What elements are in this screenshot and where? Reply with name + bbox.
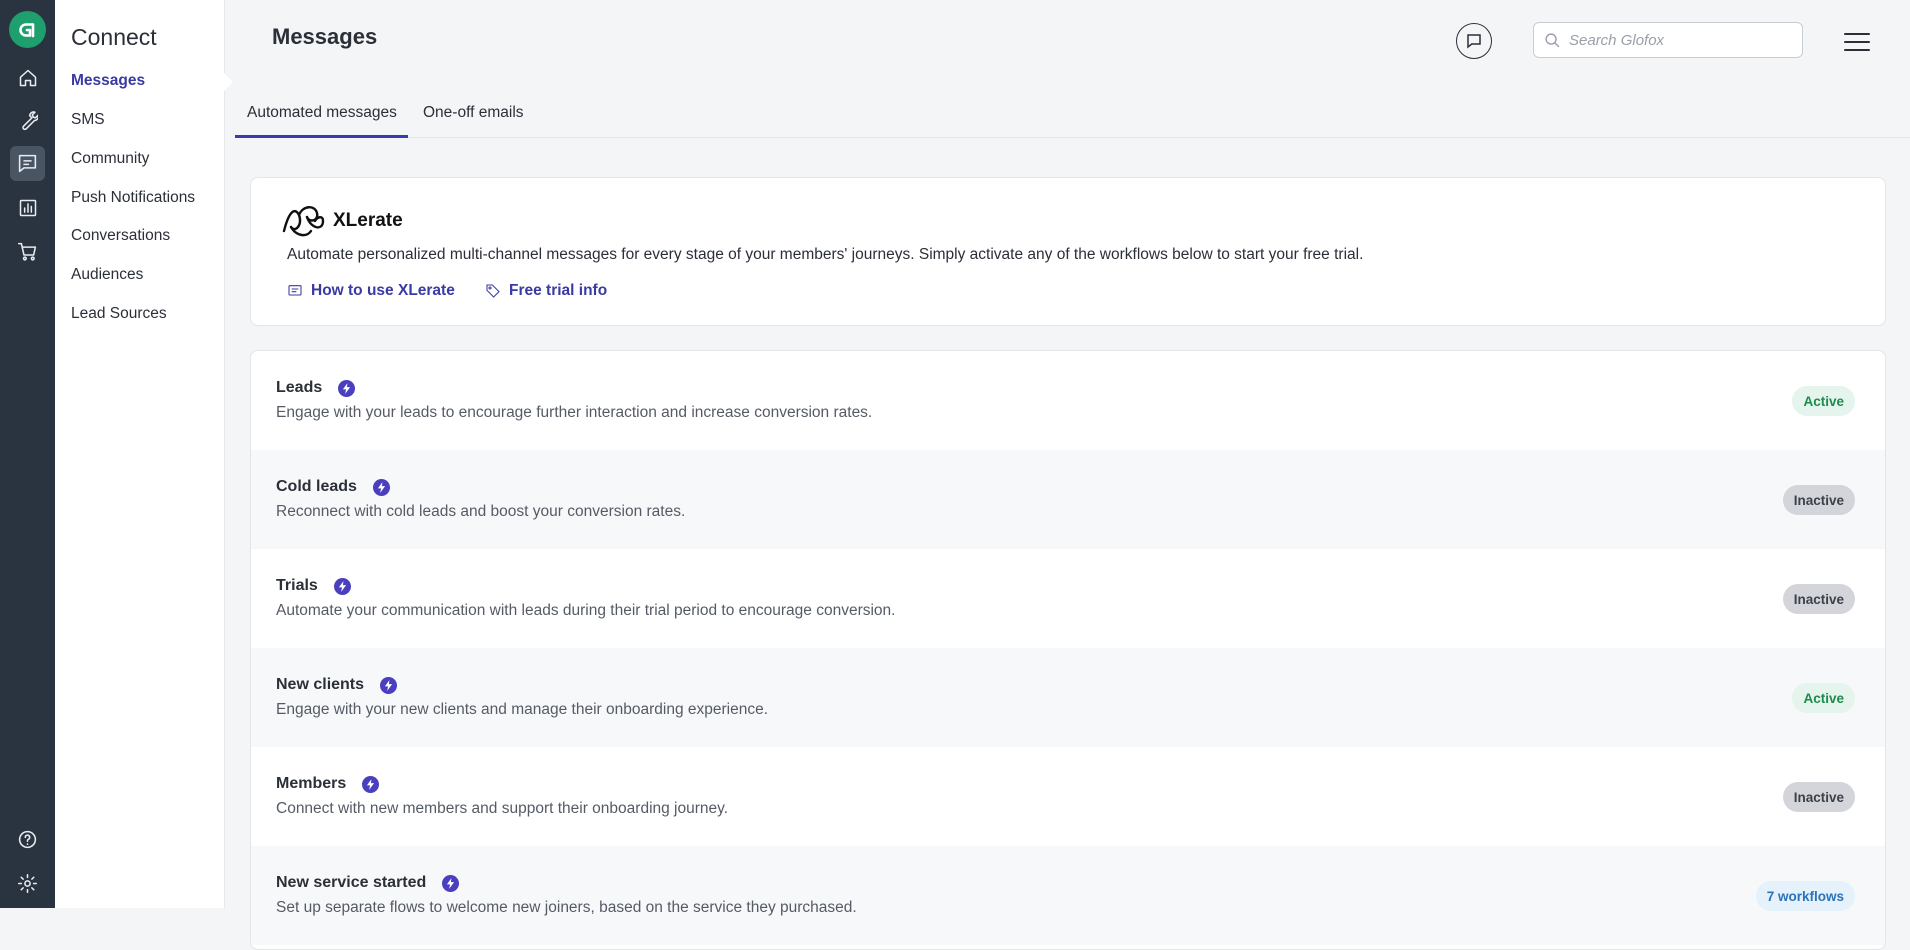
xlerate-description: Automate personalized multi-channel mess… [287, 246, 1364, 263]
workflow-row-members[interactable]: Members Connect with new members and sup… [251, 747, 1885, 846]
bolt-icon [380, 676, 398, 694]
workflow-description: Automate your communication with leads d… [276, 602, 896, 619]
chat-button[interactable] [1456, 23, 1492, 59]
workflow-row-new-clients[interactable]: New clients Engage with your new clients… [251, 648, 1885, 747]
workflow-description: Engage with your leads to encourage furt… [276, 404, 873, 421]
chat-icon [1467, 34, 1481, 49]
status-badge: Active [1792, 386, 1855, 416]
bolt-icon [372, 478, 390, 496]
workflow-description: Reconnect with cold leads and boost your… [276, 503, 686, 520]
main-content: Messages Automated messages One-off emai… [226, 0, 1910, 950]
glofox-logo-icon[interactable] [9, 11, 46, 48]
search-box[interactable] [1533, 22, 1803, 58]
free-trial-label: Free trial info [509, 282, 608, 299]
workflow-row-cold-leads[interactable]: Cold leads Reconnect with cold leads and… [251, 450, 1885, 549]
subnav-title: Connect [71, 24, 157, 50]
xlerate-brand: XLerate [281, 201, 403, 241]
workflow-row-trials[interactable]: Trials Automate your communication with … [251, 549, 1885, 648]
workflow-name: Cold leads [276, 478, 357, 495]
cart-icon[interactable] [10, 234, 45, 269]
workflow-title: Members [276, 775, 380, 793]
workflow-name: Members [276, 775, 347, 792]
wrench-icon[interactable] [10, 103, 45, 138]
settings-icon[interactable] [10, 866, 45, 901]
status-badge: Active [1792, 683, 1855, 713]
xlerate-logo-icon [282, 206, 325, 237]
workflow-description: Connect with new members and support the… [276, 800, 729, 817]
workflow-name: Trials [276, 577, 318, 594]
subnav-item-audiences[interactable]: Audiences [71, 266, 143, 284]
subnav-item-push-notifications[interactable]: Push Notifications [71, 189, 195, 207]
subnav-item-community[interactable]: Community [71, 150, 149, 168]
search-icon [1545, 32, 1560, 47]
workflow-row-new-service-started[interactable]: New service started Set up separate flow… [251, 846, 1885, 945]
page-title: Messages [272, 24, 378, 49]
icon-rail [0, 0, 55, 908]
workflow-name: Leads [276, 379, 323, 396]
home-icon[interactable] [10, 60, 45, 95]
workflow-title: Trials [276, 577, 351, 595]
menu-line [1844, 41, 1870, 43]
xlerate-card: XLerate Automate personalized multi-chan… [250, 177, 1886, 326]
workflow-description: Engage with your new clients and manage … [276, 701, 769, 718]
tab-one-off-emails[interactable]: One-off emails [423, 92, 524, 138]
search-input[interactable] [1569, 31, 1789, 49]
subnav-item-sms[interactable]: SMS [71, 111, 105, 129]
workflow-title: New clients [276, 676, 398, 694]
connect-subnav: Connect Messages SMS Community Push Noti… [55, 0, 233, 908]
workflow-description: Set up separate flows to welcome new joi… [276, 899, 857, 916]
status-badge: Inactive [1782, 485, 1855, 515]
workflow-name: New service started [276, 874, 427, 891]
workflow-title: Leads [276, 379, 356, 397]
bolt-icon [442, 874, 460, 892]
how-to-use-link[interactable]: How to use XLerate [287, 282, 455, 300]
help-icon[interactable] [10, 822, 45, 857]
workflow-title: New service started [276, 874, 460, 892]
reports-icon[interactable] [10, 190, 45, 225]
guide-icon [288, 285, 302, 296]
workflow-name: New clients [276, 676, 365, 693]
how-to-use-label: How to use XLerate [311, 282, 455, 299]
subnav-item-conversations[interactable]: Conversations [71, 227, 170, 245]
tag-icon [486, 284, 500, 298]
bolt-icon [362, 775, 380, 793]
workflow-title: Cold leads [276, 478, 390, 496]
subnav-item-messages[interactable]: Messages [71, 72, 145, 90]
xlerate-name: XLerate [333, 210, 403, 231]
menu-line [1844, 33, 1870, 35]
workflow-row-leads[interactable]: Leads Engage with your leads to encourag… [251, 351, 1885, 450]
tab-bar: Automated messages One-off emails [235, 92, 1910, 138]
subnav-item-lead-sources[interactable]: Lead Sources [71, 305, 167, 323]
tab-automated-messages[interactable]: Automated messages [235, 92, 408, 138]
bolt-icon [333, 577, 351, 595]
bolt-icon [338, 379, 356, 397]
free-trial-link[interactable]: Free trial info [485, 282, 607, 300]
messages-icon[interactable] [10, 146, 45, 181]
workflow-count-badge: 7 workflows [1755, 881, 1855, 911]
menu-line [1844, 49, 1870, 51]
workflow-list: Leads Engage with your leads to encourag… [250, 350, 1886, 950]
status-badge: Inactive [1782, 584, 1855, 614]
status-badge: Inactive [1782, 782, 1855, 812]
hamburger-menu-button[interactable] [1842, 30, 1872, 54]
